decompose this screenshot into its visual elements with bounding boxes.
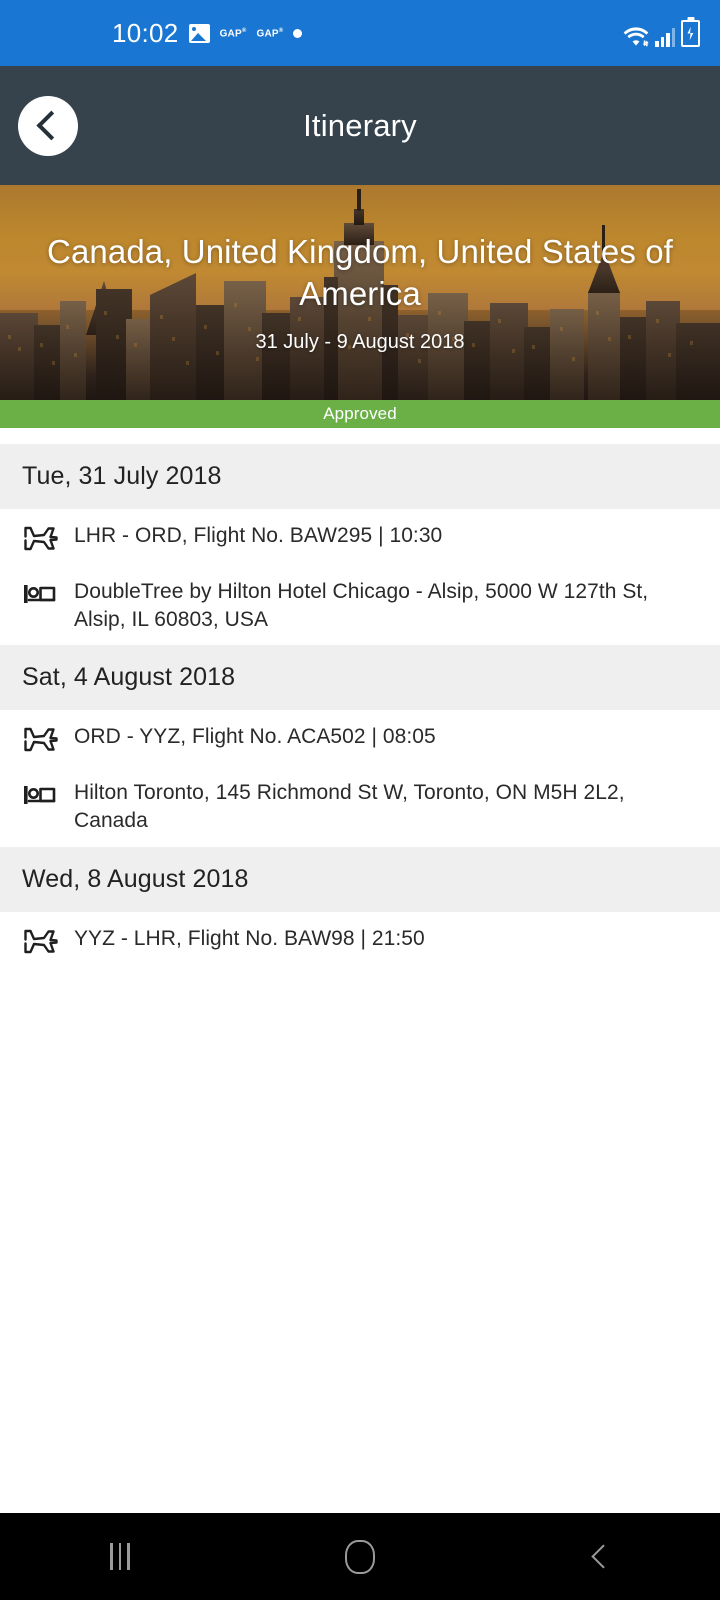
home-icon xyxy=(345,1539,375,1574)
trip-destinations: Canada, United Kingdom, United States of… xyxy=(47,232,673,312)
chevron-left-icon xyxy=(35,110,66,141)
wifi-icon xyxy=(623,26,649,46)
list-item[interactable]: ORD - YYZ, Flight No. ACA502 | 08:05 xyxy=(0,710,720,767)
flight-detail-text: LHR - ORD, Flight No. BAW295 | 10:30 xyxy=(74,524,443,547)
hotel-detail-text: DoubleTree by Hilton Hotel Chicago - Als… xyxy=(74,580,649,631)
flight-icon xyxy=(22,924,64,956)
home-button[interactable] xyxy=(300,1513,420,1600)
day-header: Sat, 4 August 2018 xyxy=(0,645,720,711)
flight-detail-text: YYZ - LHR, Flight No. BAW98 | 21:50 xyxy=(74,926,425,950)
signal-icon xyxy=(655,27,675,47)
hotel-detail-text: Hilton Toronto, 145 Richmond St W, Toron… xyxy=(74,781,625,833)
list-item[interactable]: Hilton Toronto, 145 Richmond St W, Toron… xyxy=(0,766,720,847)
list-item[interactable]: LHR - ORD, Flight No. BAW295 | 10:30 xyxy=(0,509,720,565)
image-icon xyxy=(188,23,210,43)
flight-icon xyxy=(22,521,64,553)
trip-hero-banner: Canada, United Kingdom, United States of… xyxy=(0,185,720,400)
itinerary-list[interactable]: Tue, 31 July 2018 LHR - ORD, Flight No. … xyxy=(0,428,720,1513)
back-nav-button[interactable] xyxy=(540,1513,660,1600)
dot-indicator-icon xyxy=(293,28,303,38)
recents-button[interactable] xyxy=(60,1513,180,1600)
gap-notification-icon-1: GAP® xyxy=(219,28,247,40)
gap-notification-icon-2: GAP® xyxy=(256,28,284,40)
list-top-spacer xyxy=(0,428,720,444)
back-icon xyxy=(590,1544,615,1569)
list-item[interactable]: YYZ - LHR, Flight No. BAW98 | 21:50 xyxy=(0,911,720,968)
phone-screen: 10:02 GAP® GAP® Itinerary Canada, United… xyxy=(0,0,720,1600)
status-bar: 10:02 GAP® GAP® xyxy=(0,0,720,66)
page-title: Itinerary xyxy=(303,107,417,143)
status-bar-clock: 10:02 xyxy=(112,18,179,48)
list-item[interactable]: DoubleTree by Hilton Hotel Chicago - Als… xyxy=(0,565,720,646)
status-bar-right xyxy=(623,19,700,47)
flight-icon xyxy=(22,722,64,754)
flight-detail-text: ORD - YYZ, Flight No. ACA502 | 08:05 xyxy=(74,725,436,749)
day-header-label: Sat, 4 August 2018 xyxy=(22,663,236,692)
status-badge: Approved xyxy=(0,400,720,428)
day-header-label: Tue, 31 July 2018 xyxy=(22,462,222,490)
recents-icon xyxy=(110,1543,130,1570)
hero-text-block: Canada, United Kingdom, United States of… xyxy=(0,185,720,400)
status-badge-label: Approved xyxy=(323,404,397,423)
trip-date-range: 31 July - 9 August 2018 xyxy=(255,331,465,354)
day-header: Tue, 31 July 2018 xyxy=(0,444,720,509)
hotel-bed-icon xyxy=(22,778,64,810)
android-navigation-bar xyxy=(0,1513,720,1600)
back-button[interactable] xyxy=(18,95,78,156)
day-header: Wed, 8 August 2018 xyxy=(0,846,720,912)
battery-charging-icon xyxy=(681,19,700,47)
hotel-bed-icon xyxy=(22,577,64,609)
app-bar: Itinerary xyxy=(0,66,720,185)
status-bar-left: 10:02 GAP® GAP® xyxy=(112,18,303,48)
day-header-label: Wed, 8 August 2018 xyxy=(22,864,249,893)
